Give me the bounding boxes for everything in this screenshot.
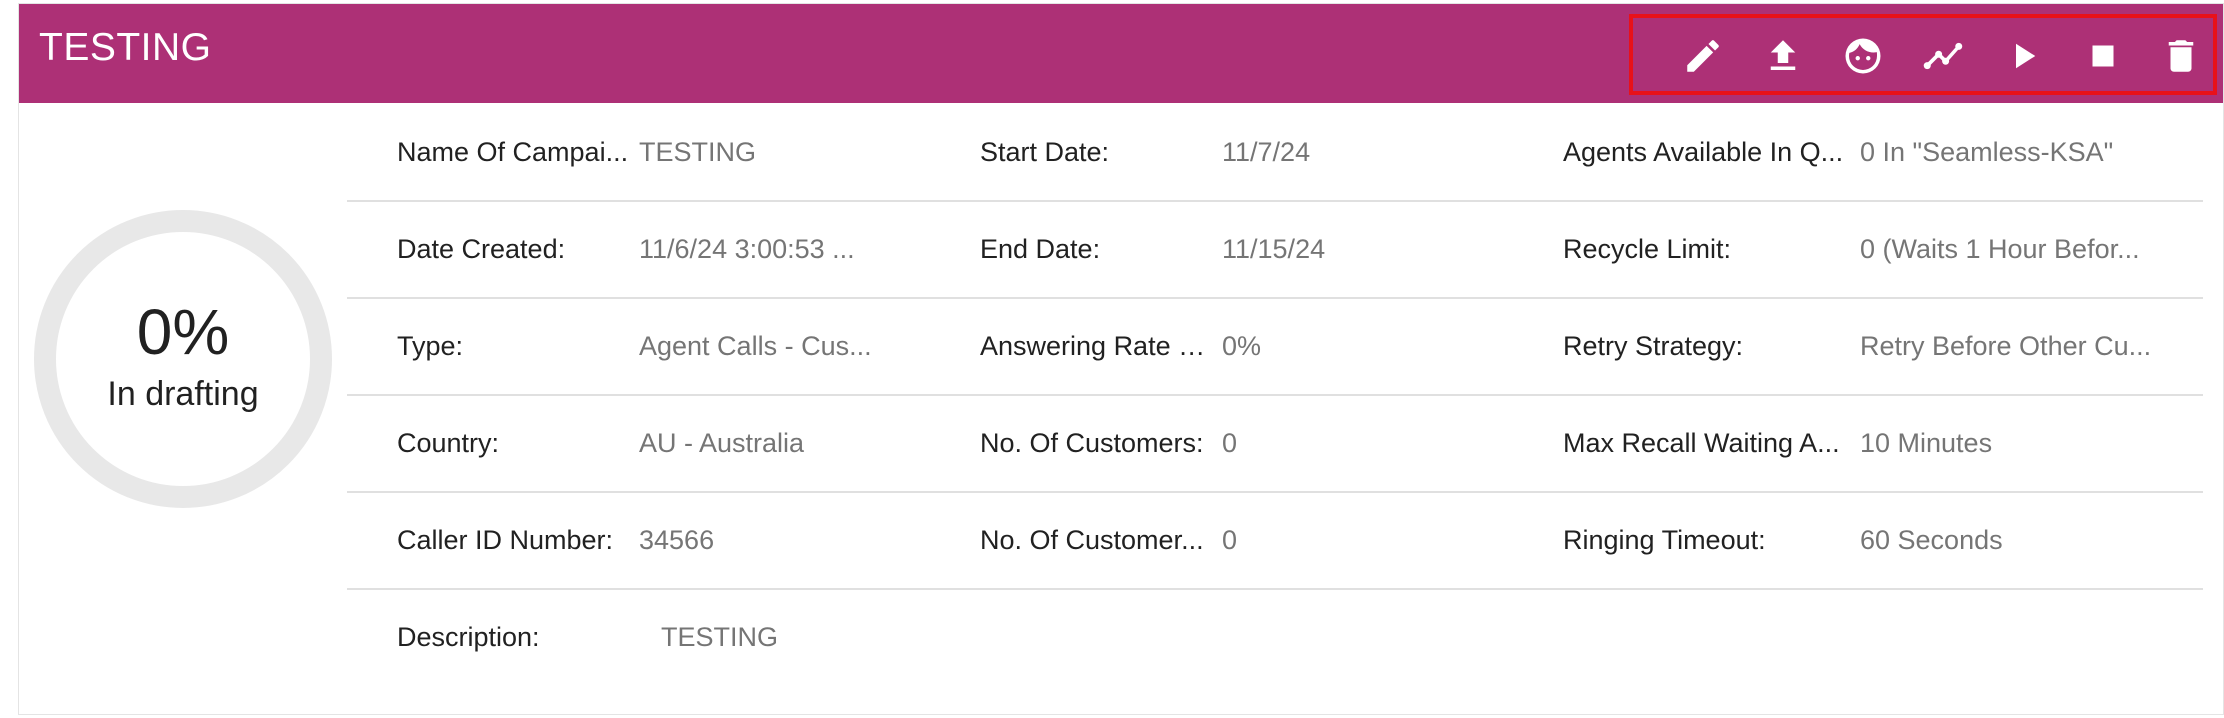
retry-strategy-label: Retry Strategy: xyxy=(1563,331,1744,361)
ringing-timeout-label: Ringing Timeout: xyxy=(1563,525,1766,555)
caller-id-label: Caller ID Number: xyxy=(397,525,614,555)
campaign-card: TESTING 0% In drafting Name Of Campai...… xyxy=(18,3,2224,715)
end-date-label: End Date: xyxy=(980,234,1101,264)
upload-button[interactable] xyxy=(1757,30,1809,82)
caller-id-value: 34566 xyxy=(639,525,715,555)
play-icon xyxy=(2016,43,2036,69)
description-value: TESTING xyxy=(661,622,779,652)
date-created-label: Date Created: xyxy=(397,234,566,264)
details-row: Caller ID Number: 34566 No. Of Customer..… xyxy=(347,493,2203,590)
delete-button[interactable] xyxy=(2155,30,2207,82)
chart-line-icon xyxy=(1923,42,1963,70)
details-row: Country: AU - Australia No. Of Customers:… xyxy=(347,396,2203,493)
max-recall-label: Max Recall Waiting A... xyxy=(1563,428,1840,458)
description-label: Description: xyxy=(397,622,540,652)
details-row: Date Created: 11/6/24 3:00:53 ... End Dat… xyxy=(347,202,2203,299)
campaign-status: In drafting xyxy=(107,375,259,413)
start-date-label: Start Date: xyxy=(980,137,1110,167)
details-grid: Name Of Campai... TESTING Start Date: 11/7… xyxy=(347,105,2203,685)
action-toolbar xyxy=(1629,14,2217,95)
agents-available-value: 0 In "Seamless-KSA" xyxy=(1860,137,2114,167)
statistics-button[interactable] xyxy=(1917,30,1969,82)
progress-ring: 0% In drafting xyxy=(33,209,333,509)
edit-button[interactable] xyxy=(1677,30,1729,82)
country-value: AU - Australia xyxy=(639,428,805,458)
start-button[interactable] xyxy=(1997,30,2049,82)
max-recall-value: 10 Minutes xyxy=(1860,428,1993,458)
agent-button[interactable] xyxy=(1837,30,1889,82)
type-value: Agent Calls - Cus... xyxy=(639,331,872,361)
country-label: Country: xyxy=(397,428,500,458)
progress-percent: 0% xyxy=(136,296,230,368)
customers-count-value: 0 xyxy=(1222,428,1238,458)
face-icon xyxy=(1845,38,1881,74)
edit-icon xyxy=(1687,40,1719,72)
start-date-value: 11/7/24 xyxy=(1222,137,1311,167)
card-header: TESTING xyxy=(19,4,2223,103)
answering-rate-value: 0% xyxy=(1222,331,1262,361)
customers-secondary-value: 0 xyxy=(1222,525,1238,555)
answering-rate-label: Answering Rate C... xyxy=(980,331,1220,361)
stop-icon xyxy=(2092,45,2114,67)
ringing-timeout-value: 60 Seconds xyxy=(1860,525,2003,555)
campaign-name-label: Name Of Campai... xyxy=(397,137,629,167)
date-created-value: 11/6/24 3:00:53 ... xyxy=(639,234,855,264)
recycle-limit-value: 0 (Waits 1 Hour Befor... xyxy=(1860,234,2140,264)
customers-count-label: No. Of Customers: xyxy=(980,428,1204,458)
campaign-title: TESTING xyxy=(39,26,212,69)
details-row: Name Of Campai... TESTING Start Date: 11/7… xyxy=(347,105,2203,202)
retry-strategy-value: Retry Before Other Cu... xyxy=(1860,331,2152,361)
type-label: Type: xyxy=(397,331,464,361)
upload-icon xyxy=(1770,40,1796,70)
details-row: Type: Agent Calls - Cus... Answering Rate… xyxy=(347,299,2203,396)
end-date-value: 11/15/24 xyxy=(1222,234,1326,264)
delete-icon xyxy=(2168,40,2194,72)
recycle-limit-label: Recycle Limit: xyxy=(1563,234,1732,264)
description-row: Description: TESTING xyxy=(347,590,2203,685)
campaign-name-value: TESTING xyxy=(639,137,757,167)
customers-secondary-label: No. Of Customer... xyxy=(980,525,1204,555)
stop-button[interactable] xyxy=(2077,30,2129,82)
agents-available-label: Agents Available In Q... xyxy=(1563,137,1844,167)
